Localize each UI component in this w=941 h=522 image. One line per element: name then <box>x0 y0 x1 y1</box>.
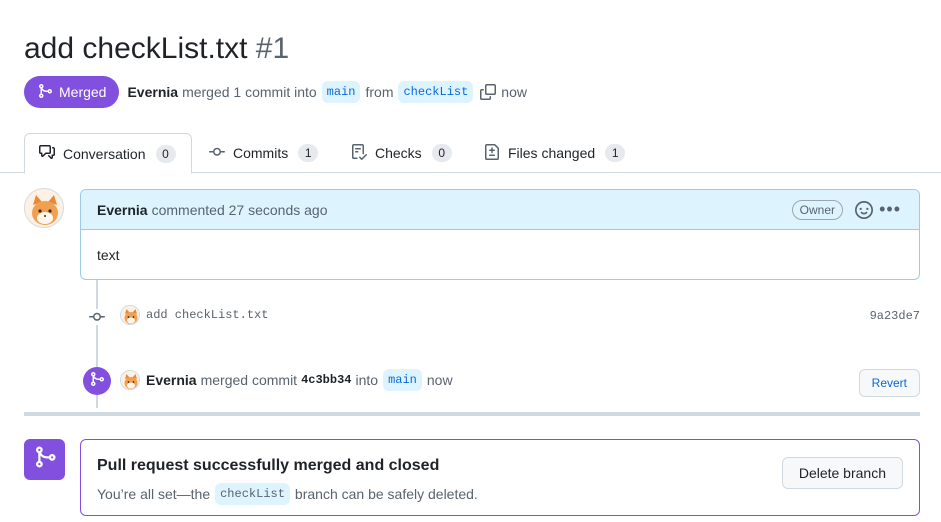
comment-author-link[interactable]: Evernia <box>97 202 148 218</box>
comment-meta[interactable]: commented 27 seconds ago <box>152 202 328 218</box>
owner-badge: Owner <box>791 200 843 220</box>
merge-author-link[interactable]: Evernia <box>146 372 197 388</box>
merged-box-sub-prefix: You’re all set—the <box>97 486 211 502</box>
merge-sha-link[interactable]: 4c3bb34 <box>301 373 351 387</box>
tab-files-changed-count: 1 <box>605 144 626 162</box>
merged-status-box: Pull request successfully merged and clo… <box>80 439 920 516</box>
commit-message-link[interactable]: add checkList.txt <box>146 308 268 322</box>
commit-sha-link[interactable]: 9a23de7 <box>870 309 920 323</box>
merged-status-label: Merged <box>59 84 107 100</box>
kebab-horizontal-icon[interactable]: ••• <box>879 200 901 218</box>
merge-avatar[interactable] <box>120 370 140 390</box>
avatar[interactable] <box>24 188 64 228</box>
head-branch-link[interactable]: checkList <box>398 81 474 103</box>
merge-branch-link[interactable]: main <box>383 369 422 391</box>
comment-discussion-icon <box>39 144 55 163</box>
timeline-separator <box>24 412 920 416</box>
merge-into-text: into <box>355 372 379 388</box>
tab-conversation-count: 0 <box>155 144 176 163</box>
smiley-icon[interactable] <box>855 201 873 219</box>
tab-files-changed[interactable]: Files changed 1 <box>470 133 639 173</box>
git-merge-icon <box>33 445 57 474</box>
tab-checks-count: 0 <box>431 144 452 162</box>
pr-summary-text: merged 1 commit into <box>182 84 317 100</box>
pr-title-text: add checkList.txt <box>24 32 248 65</box>
tab-conversation-label: Conversation <box>63 145 146 162</box>
git-commit-icon <box>209 144 225 163</box>
tab-checks[interactable]: Checks 0 <box>337 133 466 173</box>
pr-meta: Merged Evernia merged 1 commit into main… <box>24 76 527 108</box>
merge-event-row: Evernia merged commit 4c3bb34 into main … <box>120 369 453 391</box>
commit-row: add checkList.txt <box>120 305 268 325</box>
merged-box-icon <box>24 439 65 480</box>
checklist-icon <box>351 143 368 163</box>
comment-box: Evernia commented 27 seconds ago Owner •… <box>80 189 920 280</box>
pr-title: add checkList.txt #1 <box>24 30 289 68</box>
merged-box-subtitle: You’re all set—the checkList branch can … <box>97 483 478 505</box>
git-commit-icon <box>88 309 106 325</box>
merge-event-badge <box>83 367 111 395</box>
file-diff-icon <box>484 143 500 163</box>
tab-checks-label: Checks <box>375 145 422 161</box>
pr-number: #1 <box>255 32 290 65</box>
merged-box-title: Pull request successfully merged and clo… <box>97 457 440 474</box>
tab-files-changed-label: Files changed <box>508 145 596 161</box>
tab-commits-label: Commits <box>233 145 289 161</box>
git-merge-icon <box>37 83 53 102</box>
git-merge-icon <box>89 371 105 392</box>
pr-tabs: Conversation 0 Commits 1 Checks 0 Files … <box>0 133 941 174</box>
merged-box-sub-suffix: branch can be safely deleted. <box>294 486 478 502</box>
pr-author-link[interactable]: Evernia <box>127 84 178 100</box>
base-branch-link[interactable]: main <box>321 81 361 103</box>
tab-commits-count: 1 <box>298 144 319 162</box>
merged-box-branch: checkList <box>215 483 290 505</box>
commit-avatar[interactable] <box>120 305 140 325</box>
tab-conversation[interactable]: Conversation 0 <box>24 133 192 174</box>
merge-time[interactable]: now <box>427 372 453 388</box>
copy-icon[interactable] <box>480 84 497 100</box>
comment-header: Evernia commented 27 seconds ago Owner •… <box>81 190 919 230</box>
comment-body: text <box>97 247 120 263</box>
revert-button[interactable]: Revert <box>858 369 920 397</box>
delete-branch-button[interactable]: Delete branch <box>781 457 903 489</box>
merge-text: merged commit <box>200 372 298 388</box>
pr-time: now <box>501 84 527 100</box>
from-text: from <box>365 84 394 100</box>
merged-status-badge: Merged <box>24 76 120 108</box>
tab-commits[interactable]: Commits 1 <box>195 133 332 173</box>
